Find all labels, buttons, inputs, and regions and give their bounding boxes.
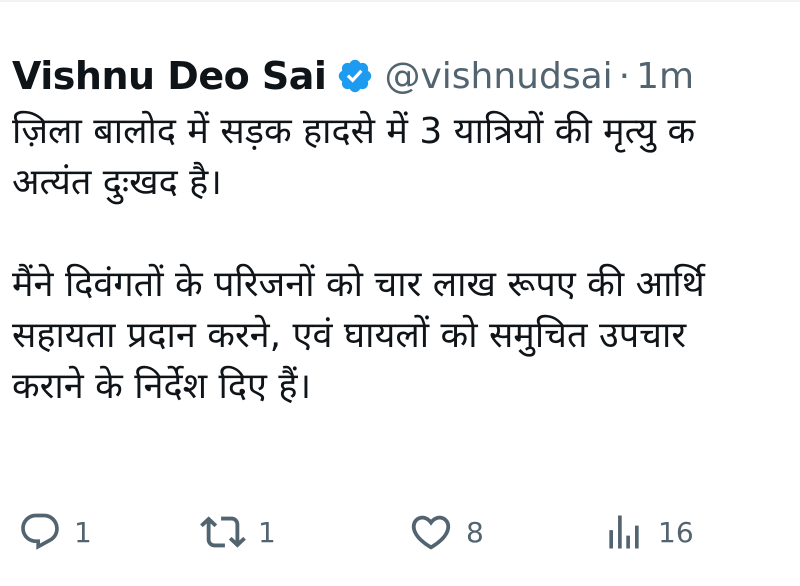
tweet-line: कराने के निर्देश दिए हैं।	[12, 366, 312, 407]
like-icon	[408, 509, 454, 555]
tweet[interactable]: Vishnu Deo Sai @vishnudsai · 1m ज़िला बा…	[12, 46, 800, 412]
retweet-count: 1	[258, 515, 276, 549]
tweet-line: मैंने दिवंगतों के परिजनों को चार लाख रूप…	[12, 264, 705, 305]
author-name[interactable]: Vishnu Deo Sai	[12, 54, 327, 98]
reply-count: 1	[74, 515, 92, 549]
author-handle[interactable]: @vishnudsai	[384, 56, 612, 97]
reply-button[interactable]: 1	[18, 502, 92, 562]
like-count: 8	[466, 515, 484, 549]
tweet-paragraph: ज़िला बालोद में सड़क हादसे में 3 यात्रिय…	[12, 106, 800, 208]
views-count: 16	[658, 515, 694, 549]
retweet-icon	[200, 509, 246, 555]
verified-badge-icon[interactable]	[336, 57, 374, 95]
tweet-paragraph: मैंने दिवंगतों के परिजनों को चार लाख रूप…	[12, 259, 800, 412]
tweet-actions-bar: 1 1 8 16	[0, 502, 800, 562]
like-button[interactable]: 8	[408, 502, 484, 562]
separator-dot: ·	[618, 55, 631, 97]
views-button[interactable]: 16	[602, 502, 694, 562]
tweet-text: ज़िला बालोद में सड़क हादसे में 3 यात्रिय…	[12, 106, 800, 412]
retweet-button[interactable]: 1	[200, 502, 276, 562]
tweet-header: Vishnu Deo Sai @vishnudsai · 1m	[12, 46, 800, 106]
reply-icon	[18, 510, 62, 554]
views-icon	[602, 510, 646, 554]
tweet-timestamp[interactable]: 1m	[636, 56, 694, 97]
tweet-line: अत्यंत दुःखद है।	[12, 162, 222, 203]
top-divider	[0, 0, 800, 2]
tweet-line: सहायता प्रदान करने, एवं घायलों को समुचित…	[12, 315, 687, 356]
tweet-line: ज़िला बालोद में सड़क हादसे में 3 यात्रिय…	[12, 111, 696, 152]
